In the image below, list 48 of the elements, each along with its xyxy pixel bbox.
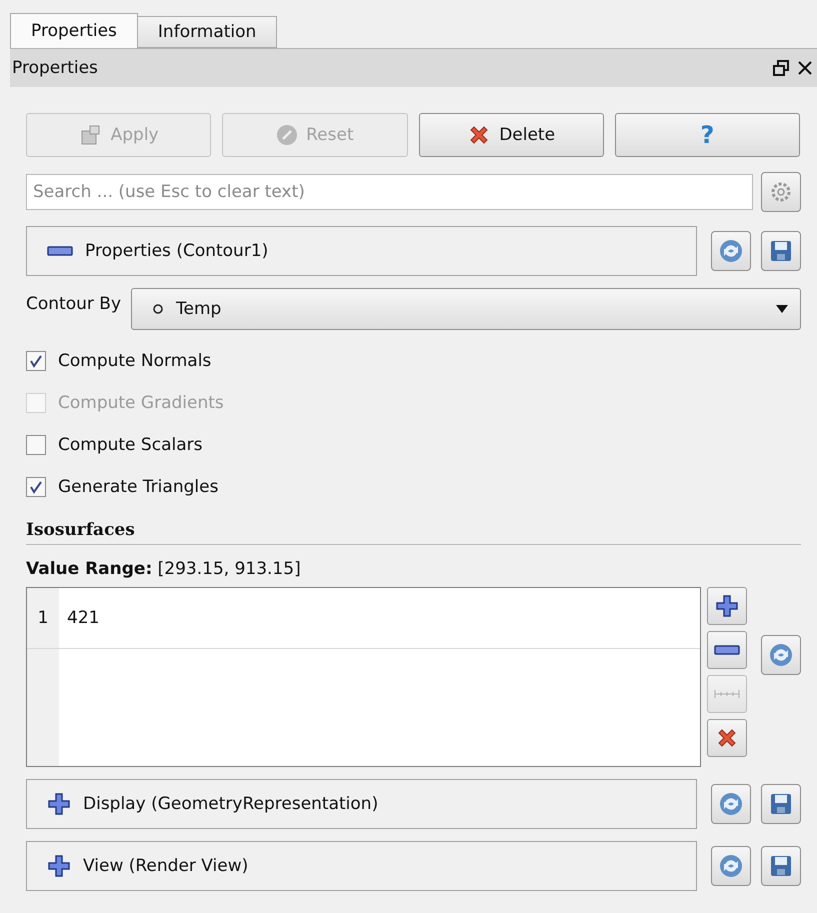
checkbox[interactable]: [26, 351, 46, 371]
refresh-icon: [718, 853, 744, 879]
refresh-icon: [718, 791, 744, 817]
section-header[interactable]: Display (GeometryRepresentation): [26, 779, 697, 829]
settings-button[interactable]: [761, 172, 801, 212]
refresh-icon: [768, 642, 794, 668]
checkbox-label[interactable]: Compute Normals: [26, 340, 801, 382]
plus-icon: [47, 854, 71, 878]
panel-title: Properties: [12, 58, 98, 78]
save-button[interactable]: [761, 784, 801, 824]
section-heading: Isosurfaces: [26, 520, 801, 545]
close-icon[interactable]: [797, 60, 813, 76]
refresh-button[interactable]: [761, 635, 801, 675]
gear-icon: [769, 180, 793, 204]
search-field[interactable]: Search ... (use Esc to clear text): [26, 174, 753, 210]
refresh-icon: [718, 238, 744, 264]
checkbox-label[interactable]: Compute Scalars: [26, 424, 801, 466]
point-data-icon: [152, 303, 164, 315]
minus-icon: [47, 245, 73, 257]
checkbox[interactable]: [26, 435, 46, 455]
remove-button[interactable]: [707, 631, 747, 669]
section-header[interactable]: View (Render View): [26, 841, 697, 891]
add-button[interactable]: [707, 587, 747, 625]
refresh-button[interactable]: [711, 846, 751, 886]
tab[interactable]: Properties: [10, 13, 138, 48]
save-button[interactable]: [761, 231, 801, 271]
field-label: Contour By: [26, 294, 122, 314]
reset-icon: [276, 124, 298, 146]
checkbox[interactable]: [26, 477, 46, 497]
contour-by-dropdown[interactable]: Temp: [131, 288, 801, 330]
section-header[interactable]: Properties (Contour1): [26, 226, 697, 276]
undock-icon[interactable]: [773, 60, 789, 76]
tab[interactable]: Information: [136, 16, 278, 48]
minus-icon: [714, 644, 740, 656]
refresh-button[interactable]: [711, 231, 751, 271]
refresh-button[interactable]: [711, 784, 751, 824]
checkbox-label[interactable]: Generate Triangles: [26, 466, 801, 508]
plus-icon: [47, 792, 71, 816]
ruler-icon: [714, 688, 740, 700]
remove-all-button[interactable]: [707, 719, 747, 757]
value-range-text: Value Range: [293.15, 913.15]: [26, 559, 302, 579]
table-cell[interactable]: 421: [59, 588, 700, 648]
row-number: 1: [27, 588, 59, 648]
save-button[interactable]: [761, 846, 801, 886]
plus-icon: [715, 594, 739, 618]
delete-button[interactable]: Delete: [418, 113, 604, 157]
dropdown-arrow-icon: [776, 305, 788, 313]
help-button[interactable]: ?: [614, 113, 800, 157]
